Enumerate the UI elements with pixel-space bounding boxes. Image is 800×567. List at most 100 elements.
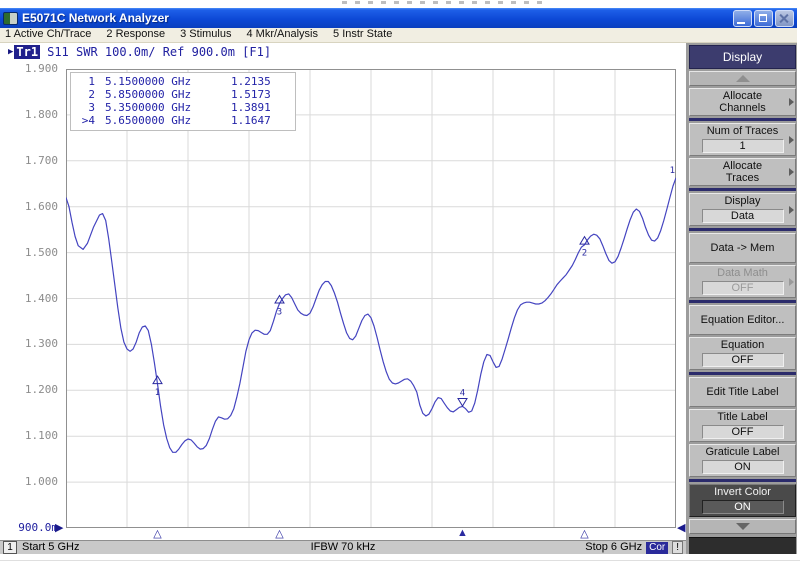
softkey-label: Traces [697,172,788,184]
y-axis-tick-label: 1.800 [6,108,58,122]
titlebar-buttons [733,10,794,27]
marker-axis-indicator-3: △ [275,527,283,540]
softkey-label: Data Math [697,267,788,279]
menu-item-1-active-ch-trace[interactable]: 1 Active Ch/Trace [5,28,91,42]
softkey-buttons: AllocateChannelsNum of Traces1AllocateTr… [689,88,796,519]
marker-number-label: 4 [460,389,465,399]
plot-area[interactable]: 12341 15.1500000 GHz1.213525.8500000 GHz… [66,69,676,528]
softkey-group-separator [689,372,796,375]
submenu-arrow-icon [789,278,794,286]
marker-table-row: >45.6500000 GHz1.1647 [73,114,287,127]
status-bar-right: Stop 6 GHz Cor ! [585,541,683,554]
swr-chart: 12341 [66,69,676,528]
main-area: ▶ Tr1 S11 SWR 100.0m/ Ref 900.0m [F1] 1.… [0,43,797,554]
softkey-value: OFF [702,281,784,295]
analyzer-window: E5071C Network Analyzer 1 Active Ch/Trac… [0,8,797,553]
minimize-icon [737,22,745,24]
window-titlebar: E5071C Network Analyzer [0,8,797,28]
softkey-equation[interactable]: Equation OFF [689,337,796,370]
softkey-value: OFF [702,425,784,439]
active-trace-indicator-icon: ▶ [8,47,13,57]
softkey-invert-color[interactable]: Invert ColorON [689,484,796,517]
softkey-label: Edit Title Label [697,386,788,398]
stop-frequency: Stop 6 GHz [585,541,642,554]
submenu-arrow-icon [789,136,794,144]
softkey-group-separator [689,188,796,191]
softkey-scroll-down-button[interactable] [689,519,796,534]
y-axis-tick-label: 1.100 [6,429,58,443]
channel-number-box: 1 [3,541,17,554]
softkey-value: 1 [702,139,784,153]
softkey-allocate-traces[interactable]: AllocateTraces [689,158,796,186]
softkey-allocate-channels[interactable]: AllocateChannels [689,88,796,116]
y-axis-tick-label: 1.700 [6,154,58,168]
softkey-menu-footer [689,537,796,554]
submenu-arrow-icon [789,168,794,176]
y-axis-tick-label: 1.000 [6,475,58,489]
softkey-title-label[interactable]: Title Label OFF [689,409,796,442]
restore-button[interactable] [754,10,773,27]
y-axis-tick-label: 1.200 [6,383,58,397]
softkey-value: ON [702,460,784,474]
y-axis-tick-label: 1.400 [6,292,58,306]
softkey-display[interactable]: DisplayData [689,193,796,226]
softkey-label: Title Label [697,411,788,423]
trace-marker-4[interactable]: 4 [458,389,467,407]
close-button[interactable] [775,10,794,27]
menu-bar: 1 Active Ch/Trace 2 Response 3 Stimulus 4 M… [0,28,797,43]
marker-table-row: 35.3500000 GHz1.3891 [73,101,287,114]
softkey-label: Num of Traces [697,125,788,137]
marker-number-label: 3 [277,308,282,318]
menu-item-5-instr-state[interactable]: 5 Instr State [333,28,392,42]
softkey-group-separator [689,479,796,482]
softkey-value: OFF [702,353,784,367]
window-title: E5071C Network Analyzer [22,11,729,25]
y-axis-tick-label: 1.300 [6,337,58,351]
instrument-display: ▶ Tr1 S11 SWR 100.0m/ Ref 900.0m [F1] 1.… [0,43,686,554]
softkey-edit-title-label[interactable]: Edit Title Label [689,377,796,407]
ref-level-left-icon: ▶ [55,521,63,534]
softkey-group-separator [689,300,796,303]
marker-number-label: 2 [582,249,587,259]
marker-table-row: 15.1500000 GHz1.2135 [73,75,287,88]
softkey-group-separator [689,118,796,121]
menu-item-3-stimulus[interactable]: 3 Stimulus [180,28,231,42]
warning-indicator: ! [672,541,683,554]
up-arrow-icon [736,75,750,82]
marker-axis-indicator-2: △ [580,527,588,540]
trace-label[interactable]: Tr1 [14,45,40,59]
marker-axis-indicator-1: △ [153,527,161,540]
y-axis-tick-label: 1.500 [6,246,58,260]
softkey-value: ON [702,500,784,514]
softkey-group-separator [689,228,796,231]
ifbw-readout: IFBW 70 kHz [311,541,376,554]
submenu-arrow-icon [789,206,794,214]
status-bar: 1 Start 5 GHz IFBW 70 kHz Stop 6 GHz Cor… [0,540,686,554]
softkey-label: Channels [697,102,788,114]
trace-settings-text: S11 SWR 100.0m/ Ref 900.0m [F1] [47,45,271,59]
softkey-value: Data [702,209,784,223]
menu-item-4-mkr-analysis[interactable]: 4 Mkr/Analysis [246,28,318,42]
marker-axis-indicator-4: ▲ [457,527,468,539]
menu-item-2-response[interactable]: 2 Response [106,28,165,42]
softkey-label: Graticule Label [697,446,788,458]
softkey-label: Allocate [697,160,788,172]
down-arrow-icon [736,523,750,530]
softkey-data-mem[interactable]: Data -> Mem [689,233,796,263]
softkey-equation-editor[interactable]: Equation Editor... [689,305,796,335]
softkey-label: Equation Editor... [697,314,788,326]
softkey-graticule-label[interactable]: Graticule Label ON [689,444,796,477]
close-icon [776,11,793,26]
minimize-button[interactable] [733,10,752,27]
marker-readout-table: 15.1500000 GHz1.213525.8500000 GHz1.5173… [70,72,296,131]
softkey-menu-title: Display [689,45,796,69]
trace-status-line: ▶ Tr1 S11 SWR 100.0m/ Ref 900.0m [F1] [8,45,271,59]
softkey-menu: Display AllocateChannelsNum of Traces1Al… [686,43,797,554]
softkey-label: Data -> Mem [697,242,788,254]
softkey-label: Equation [697,339,788,351]
softkey-scroll-up-button[interactable] [689,71,796,86]
app-icon [3,12,18,25]
correction-badge: Cor [646,542,668,554]
softkey-num-of-traces[interactable]: Num of Traces 1 [689,123,796,156]
restore-icon [759,14,767,22]
